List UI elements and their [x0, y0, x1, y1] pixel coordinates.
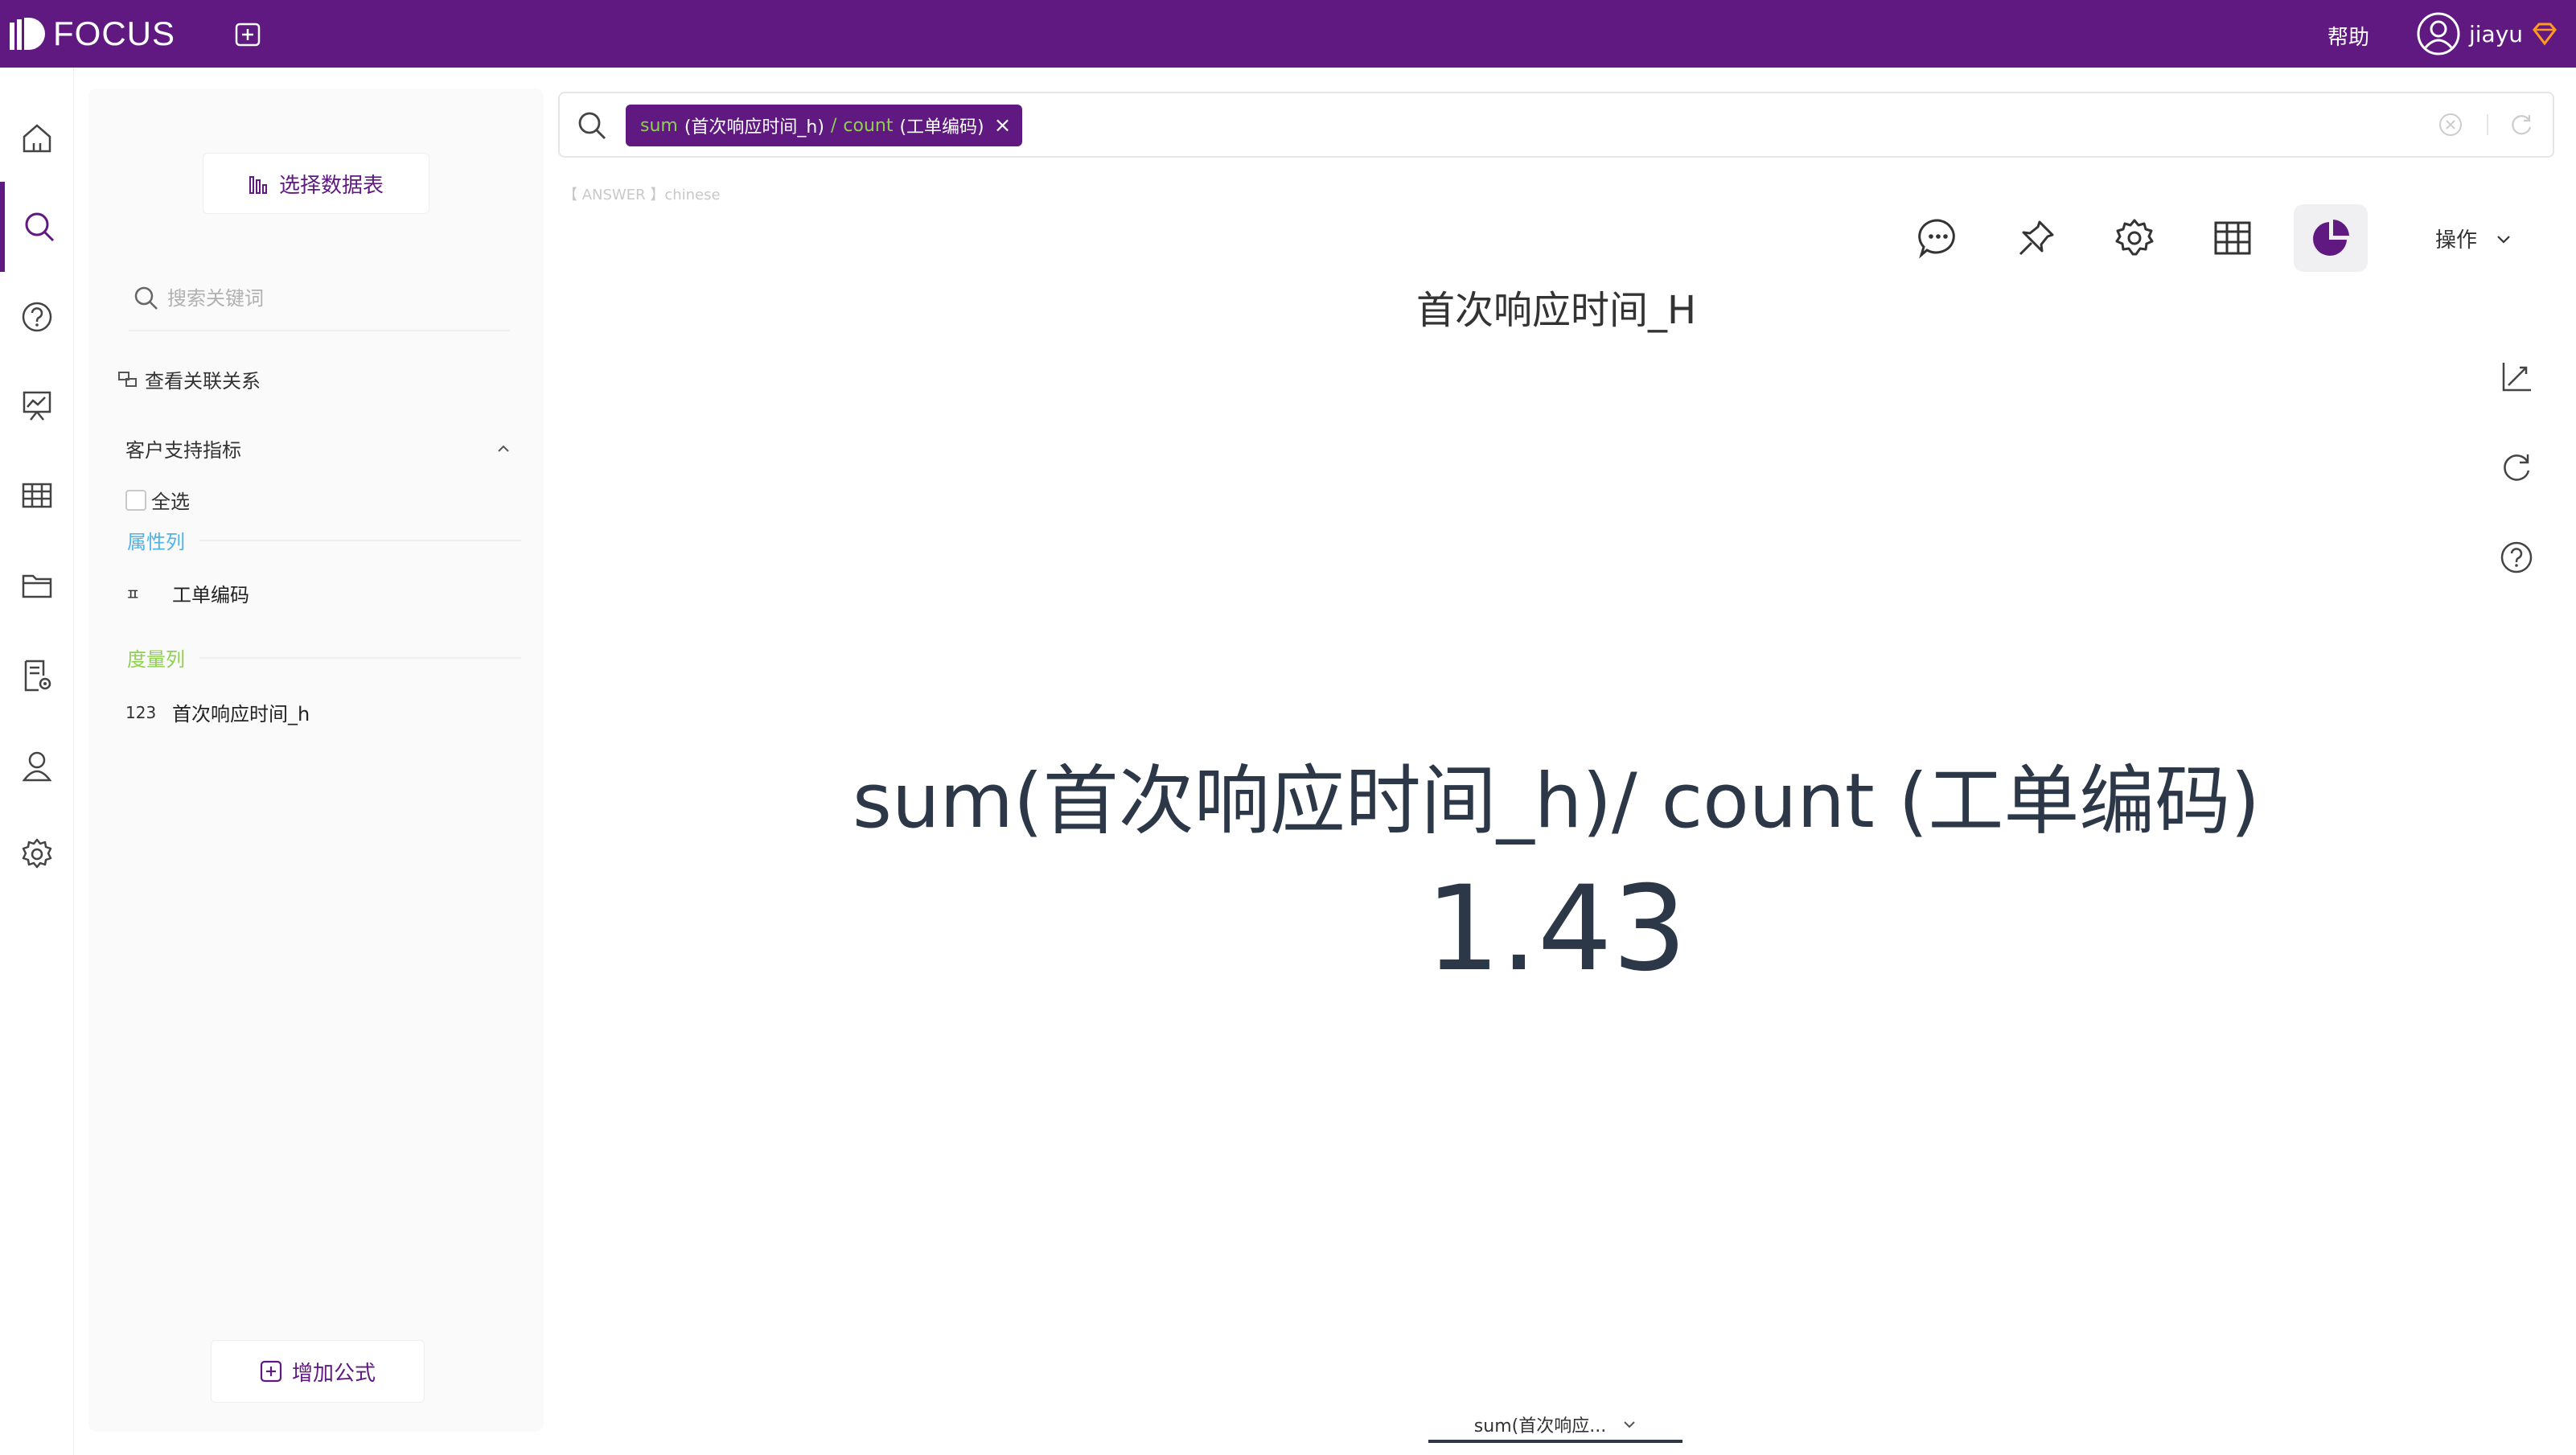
axis-button[interactable] — [2496, 357, 2537, 397]
section-divider — [199, 539, 521, 541]
operations-menu[interactable]: 操作 — [2435, 224, 2512, 253]
app-logo[interactable]: FOCUS — [8, 14, 175, 53]
left-nav — [0, 68, 74, 1455]
token-argument: (首次响应时间_h) — [684, 117, 824, 138]
search-icon — [25, 212, 55, 242]
field-name: 工单编码 — [172, 584, 249, 606]
table-group-header[interactable]: 客户支持指标 — [125, 434, 512, 462]
comment-button[interactable] — [1901, 204, 1975, 272]
chart-type-button[interactable] — [2294, 204, 2368, 272]
chevron-up-icon[interactable] — [495, 443, 512, 454]
pie-chart-icon — [2313, 220, 2349, 256]
nav-presentation[interactable] — [0, 360, 74, 450]
gear-icon — [22, 838, 52, 869]
field-item-measure[interactable]: 123 首次响应时间_h — [125, 698, 310, 726]
user-menu[interactable]: jiayu — [2416, 11, 2558, 56]
select-all[interactable]: 全选 — [125, 486, 190, 514]
token-function-sum: sum — [640, 115, 678, 136]
search-bar[interactable]: sum (首次响应时间_h) / count (工单编码) × — [558, 92, 2554, 158]
user-name: jiayu — [2469, 20, 2524, 47]
token-remove-icon[interactable]: × — [994, 113, 1012, 138]
comment-icon — [1918, 219, 1955, 259]
select-table-label: 选择数据表 — [278, 173, 384, 198]
clear-search-icon[interactable] — [2437, 111, 2464, 138]
attribute-section-label: 属性列 — [127, 531, 185, 553]
add-icon — [260, 1360, 282, 1383]
axis-icon — [2502, 363, 2531, 392]
top-bar: FOCUS 帮助 jiayu — [0, 0, 2576, 68]
token-argument: (工单编码) — [899, 117, 984, 138]
attribute-section: 属性列 — [127, 526, 521, 554]
user-avatar-icon — [2417, 12, 2460, 55]
answer-hint: 【 ANSWER 】chinese — [563, 187, 721, 203]
measure-section: 度量列 — [127, 643, 521, 672]
select-table-button[interactable]: 选择数据表 — [203, 153, 429, 214]
focus-logo-icon — [10, 18, 45, 50]
refresh-icon — [2504, 454, 2530, 481]
user-icon — [22, 751, 52, 782]
nav-table[interactable] — [0, 450, 74, 540]
settings-button[interactable] — [2097, 204, 2171, 272]
nav-home[interactable] — [0, 93, 74, 183]
token-operator: / — [830, 115, 837, 136]
data-panel: 选择数据表 查看关联关系 客户支持指标 全选 属性列 ㅍ 工单编码 度量列 12… — [88, 88, 544, 1432]
keyword-search-input[interactable] — [167, 287, 473, 310]
nav-doc-settings[interactable] — [0, 631, 74, 721]
settings-icon — [2115, 219, 2154, 256]
nav-search[interactable] — [0, 182, 74, 272]
operations-label: 操作 — [2435, 228, 2478, 253]
metric-label: sum(首次响应时间_h)/ count (工单编码) — [852, 758, 2261, 845]
table-view-button[interactable] — [2196, 204, 2270, 272]
nav-user[interactable] — [0, 721, 74, 811]
select-all-label: 全选 — [151, 491, 190, 513]
search-token[interactable]: sum (首次响应时间_h) / count (工单编码) × — [626, 105, 1023, 146]
pin-icon — [2019, 220, 2054, 256]
search-icon — [578, 112, 606, 139]
section-divider — [199, 656, 521, 659]
chevron-down-icon — [2497, 235, 2510, 244]
bottom-tab-label: sum(首次响应... — [1473, 1416, 1607, 1437]
refresh-button[interactable] — [2496, 447, 2537, 487]
token-function-count: count — [843, 115, 894, 136]
help-button[interactable] — [2496, 537, 2537, 577]
add-formula-button[interactable]: 增加公式 — [211, 1340, 425, 1403]
nav-question[interactable] — [0, 272, 74, 362]
select-all-checkbox[interactable] — [125, 489, 146, 511]
vip-diamond-icon — [2533, 23, 2557, 46]
search-bar-divider — [2487, 114, 2488, 135]
nav-settings[interactable] — [0, 809, 74, 899]
field-name: 首次响应时间_h — [172, 703, 310, 725]
relations-icon — [118, 371, 137, 387]
measure-type-label: 123 — [125, 702, 157, 722]
metric-value: 1.43 — [1425, 861, 1687, 997]
refresh-search-icon[interactable] — [2508, 111, 2535, 138]
new-tab-icon[interactable] — [235, 23, 261, 47]
logo-text: FOCUS — [53, 14, 175, 52]
home-icon — [23, 124, 51, 153]
attribute-type-label: ㅍ — [125, 585, 141, 604]
chevron-down-icon — [1624, 1421, 1635, 1428]
table-view-icon — [2214, 221, 2251, 255]
view-relations-link[interactable]: 查看关联关系 — [117, 365, 261, 393]
chart-title: 首次响应时间_H — [1415, 288, 1697, 333]
table-icon — [22, 483, 52, 508]
keyword-search — [129, 267, 510, 331]
question-icon — [22, 302, 52, 332]
document-settings-icon — [24, 660, 51, 692]
help-link[interactable]: 帮助 — [2327, 21, 2369, 51]
search-icon — [134, 286, 158, 310]
question-icon — [2500, 541, 2533, 573]
bottom-result-tab[interactable]: sum(首次响应... — [1428, 1409, 1682, 1443]
table-group-name: 客户支持指标 — [125, 439, 241, 462]
nav-folder[interactable] — [0, 540, 74, 631]
add-formula-label: 增加公式 — [291, 1361, 376, 1386]
bar-chart-icon — [249, 176, 267, 194]
measure-section-label: 度量列 — [127, 648, 185, 671]
presentation-icon — [23, 391, 51, 421]
pin-button[interactable] — [1999, 204, 2073, 272]
view-relations-label: 查看关联关系 — [145, 370, 261, 393]
field-item-attribute[interactable]: ㅍ 工单编码 — [125, 579, 249, 607]
folder-icon — [22, 574, 52, 598]
